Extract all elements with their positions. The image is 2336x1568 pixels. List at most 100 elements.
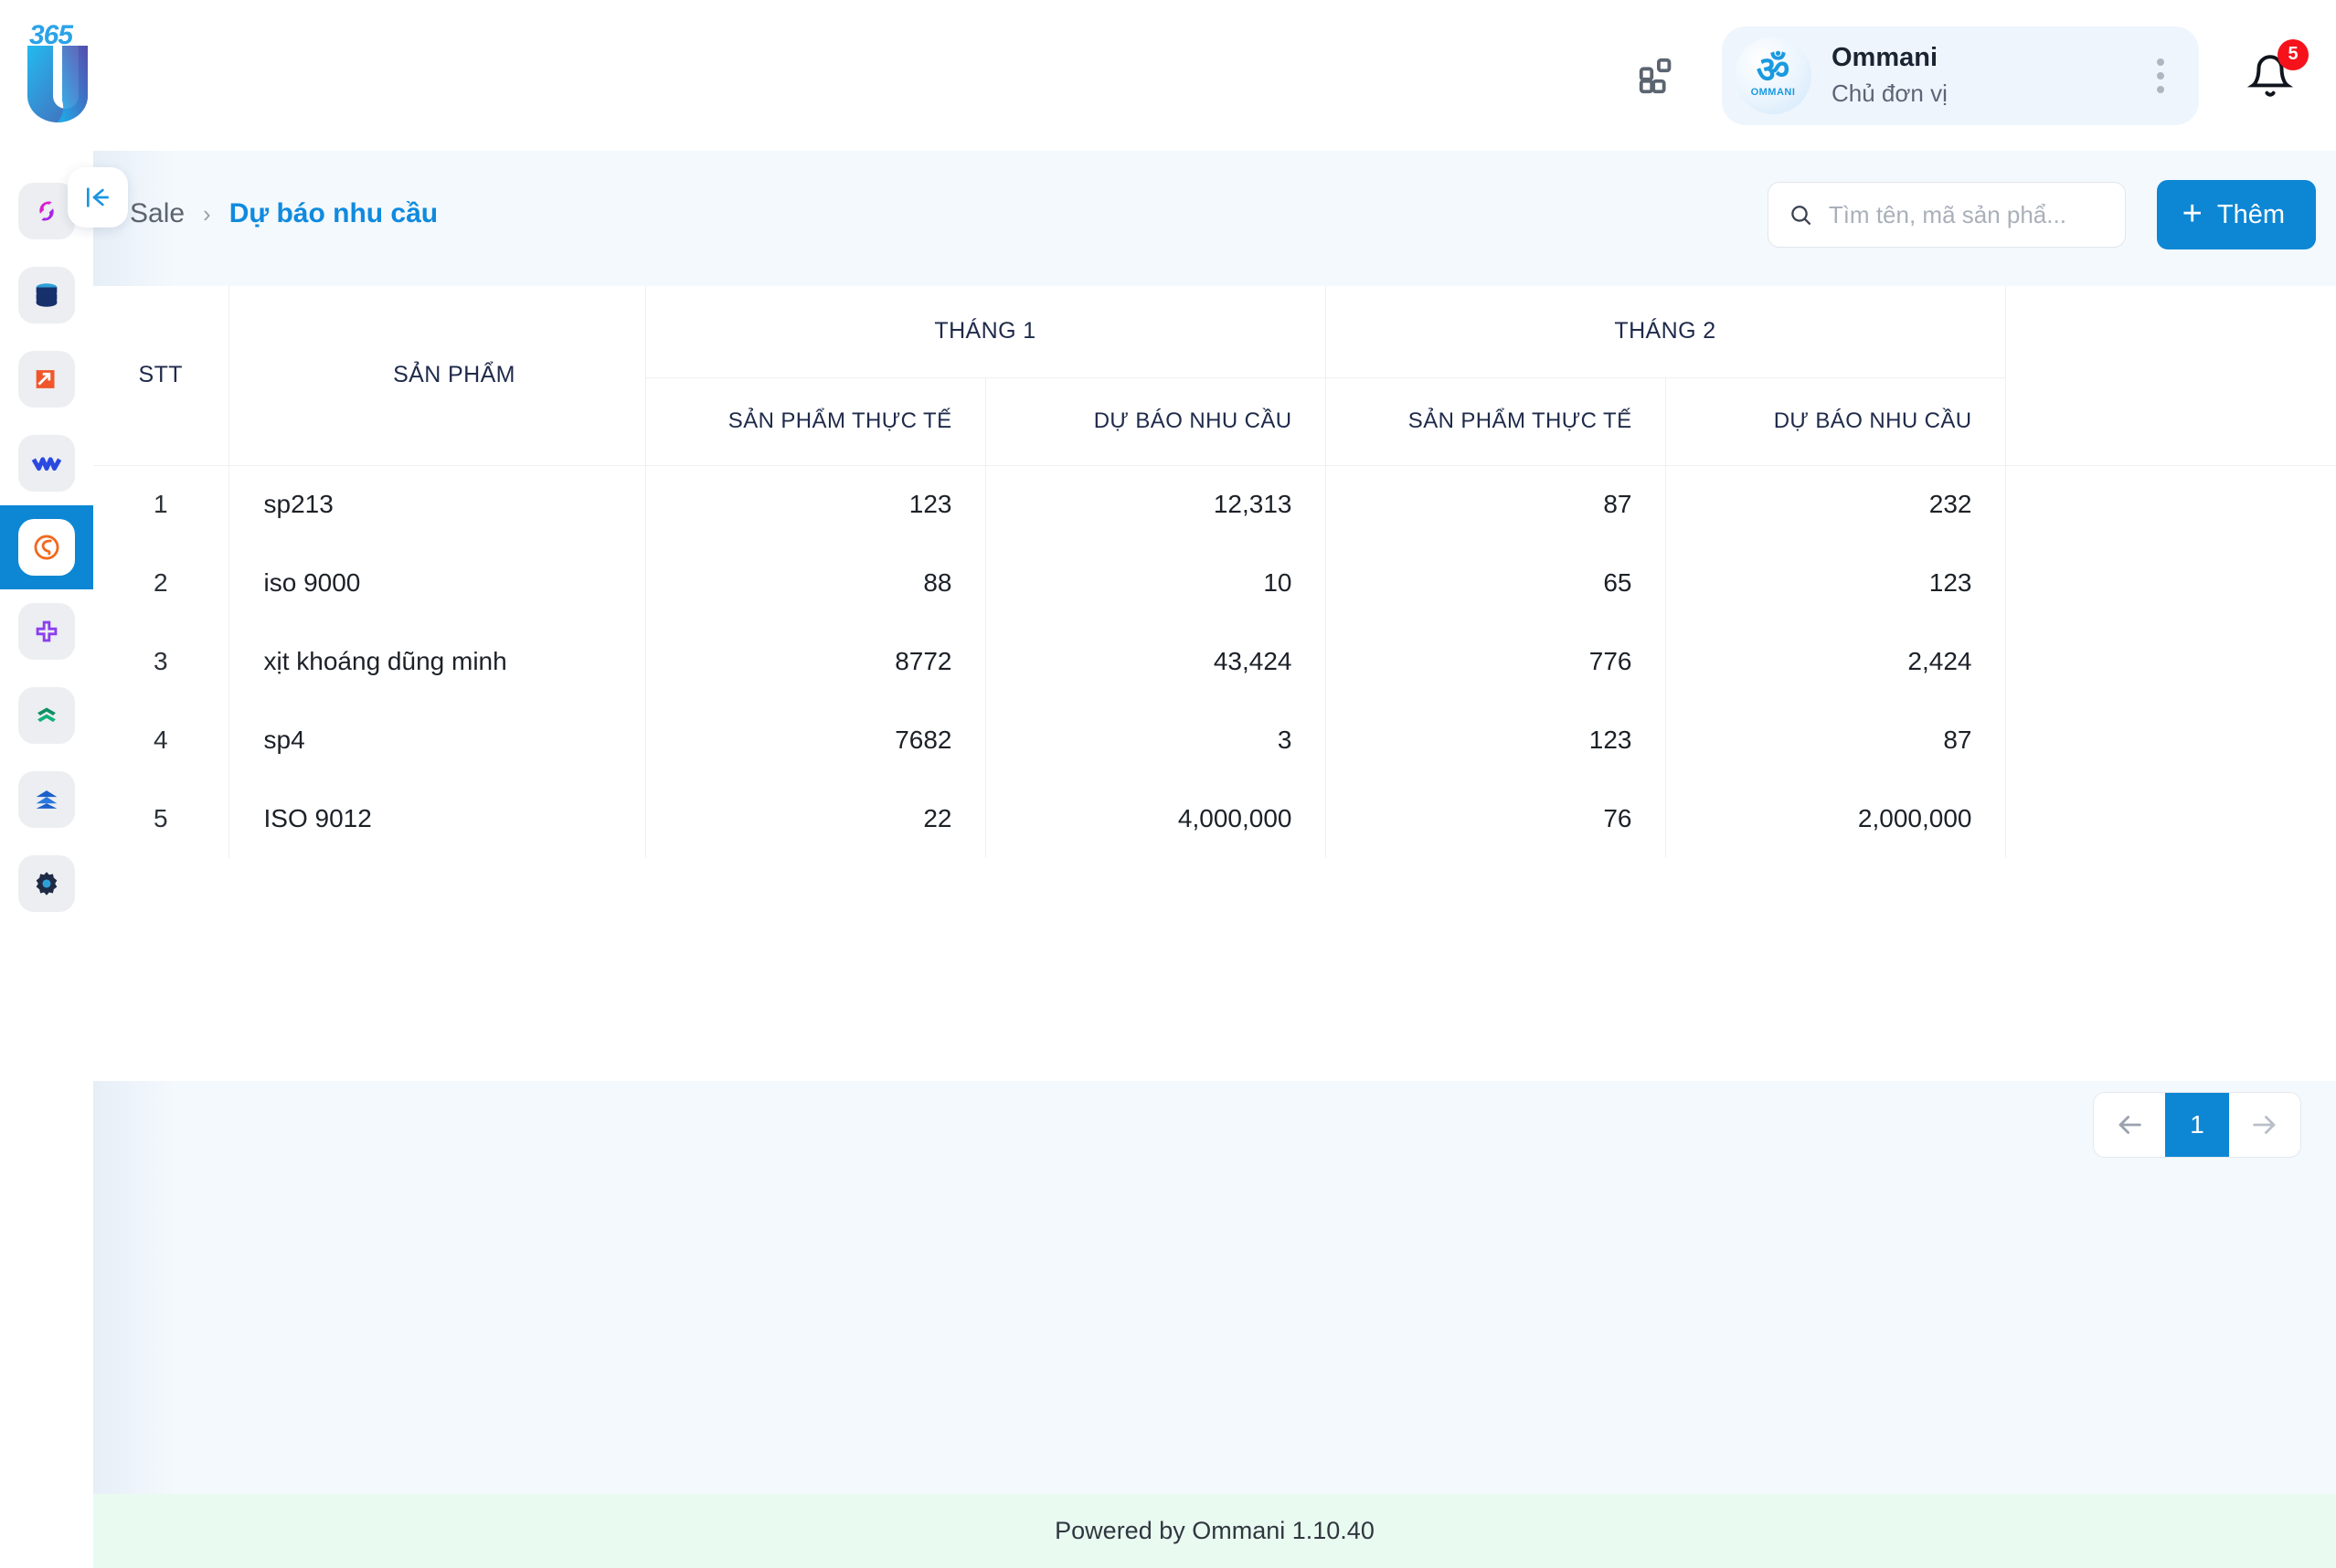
plus-icon: + [2182,196,2203,231]
cell-overflow [2005,701,2336,779]
cell-m1-actual: 7682 [645,701,985,779]
top-bar-right: ॐ OMMANI Ommani Chủ đơn vị 5 [1627,0,2336,151]
user-name: Ommani [1832,41,2140,74]
cell-overflow [2005,622,2336,701]
page-header: Sale › Dự báo nhu cầu + Thêm [93,151,2336,286]
pagination-next-button[interactable] [2229,1093,2300,1157]
table-head: STT SẢN PHẨM THÁNG 1 THÁNG 2 SẢN PHẨM TH… [93,286,2336,465]
swirl-orange-icon [31,532,62,563]
col-group-month-3-partial [2005,286,2336,465]
col-header-product: SẢN PHẨM [228,286,645,465]
more-vertical-icon[interactable] [2140,48,2181,103]
col-header-stt: STT [93,286,228,465]
sidebar-item-2[interactable] [0,253,93,337]
top-bar: 365 ॐ OM [0,0,2336,151]
cell-m1-actual: 88 [645,544,985,622]
header-actions: + Thêm [1768,180,2316,249]
notification-badge: 5 [2278,39,2309,70]
forecast-table-card: STT SẢN PHẨM THÁNG 1 THÁNG 2 SẢN PHẨM TH… [93,286,2336,1081]
footer: Powered by Ommani 1.10.40 [93,1494,2336,1568]
sidebar [0,151,93,1568]
user-account-chip[interactable]: ॐ OMMANI Ommani Chủ đơn vị [1722,26,2199,125]
cell-m2-actual: 776 [1325,622,1665,701]
col-header-m2-actual: SẢN PHẨM THỰC TẾ [1325,377,1665,465]
cell-product: xịt khoáng dũng minh [228,622,645,701]
cell-stt: 2 [93,544,228,622]
cell-product: iso 9000 [228,544,645,622]
pagination-page-1[interactable]: 1 [2165,1093,2229,1157]
cross-link-icon [31,616,62,647]
cell-stt: 4 [93,701,228,779]
sidebar-item-4[interactable] [0,421,93,505]
cell-overflow [2005,544,2336,622]
add-button-label: Thêm [2217,200,2285,230]
cell-m1-forecast: 43,424 [985,622,1325,701]
cell-m2-actual: 76 [1325,779,1665,858]
breadcrumb: Sale › Dự báo nhu cầu [130,198,438,229]
table-row[interactable]: 4 sp4 7682 3 123 87 [93,701,2336,779]
pagination: 1 [2093,1092,2301,1158]
sidebar-collapse-button[interactable] [68,167,128,228]
search-input[interactable] [1829,201,2105,229]
sidebar-item-settings[interactable] [0,842,93,926]
cell-overflow [2005,779,2336,858]
col-header-m1-actual: SẢN PHẨM THỰC TẾ [645,377,985,465]
sidebar-item-6[interactable] [0,589,93,673]
col-header-m2-forecast: DỰ BÁO NHU CẦU [1665,377,2005,465]
cell-stt: 5 [93,779,228,858]
content-area: Sale › Dự báo nhu cầu + Thêm [93,151,2336,1568]
cell-m2-forecast: 2,424 [1665,622,2005,701]
cell-m1-actual: 8772 [645,622,985,701]
collapse-left-icon [83,183,112,212]
sidebar-tile [18,351,75,408]
table-head-month-row: STT SẢN PHẨM THÁNG 1 THÁNG 2 [93,286,2336,377]
avatar-label: OMMANI [1751,87,1796,98]
table-row[interactable]: 1 sp213 123 12,313 87 232 [93,465,2336,544]
col-header-m1-forecast: DỰ BÁO NHU CẦU [985,377,1325,465]
sidebar-item-8[interactable] [0,758,93,842]
table-body: 1 sp213 123 12,313 87 232 2 iso 9000 88 … [93,465,2336,858]
sidebar-tile [18,519,75,576]
gear-icon [31,868,62,899]
sidebar-tile [18,603,75,660]
cell-product: sp4 [228,701,645,779]
sidebar-item-7[interactable] [0,673,93,758]
footer-text: Powered by Ommani 1.10.40 [1055,1517,1375,1545]
spiral-pink-icon [31,196,62,227]
cell-m2-actual: 123 [1325,701,1665,779]
sidebar-item-3[interactable] [0,337,93,421]
cell-overflow [2005,465,2336,544]
sidebar-tile [18,183,75,239]
pagination-prev-button[interactable] [2094,1093,2165,1157]
layers-green-icon [31,700,62,731]
arrow-box-icon [31,364,62,395]
grid-apps-icon[interactable] [1627,46,1687,106]
database-icon [31,280,62,311]
user-role: Chủ đơn vị [1832,78,2140,110]
table-row[interactable]: 5 ISO 9012 22 4,000,000 76 2,000,000 [93,779,2336,858]
cell-m2-actual: 87 [1325,465,1665,544]
table-row[interactable]: 3 xịt khoáng dũng minh 8772 43,424 776 2… [93,622,2336,701]
add-button[interactable]: + Thêm [2157,180,2316,249]
arrow-right-icon [2249,1109,2280,1140]
stack-blue-icon [31,784,62,815]
notification-bell-button[interactable]: 5 [2235,41,2305,111]
breadcrumb-root[interactable]: Sale [130,198,185,229]
cell-m1-forecast: 10 [985,544,1325,622]
table-row[interactable]: 2 iso 9000 88 10 65 123 [93,544,2336,622]
sidebar-tile [18,771,75,828]
user-texts: Ommani Chủ đơn vị [1832,41,2140,110]
cell-m1-actual: 123 [645,465,985,544]
cell-stt: 3 [93,622,228,701]
breadcrumb-current[interactable]: Dự báo nhu cầu [229,198,438,229]
sidebar-item-sale[interactable] [0,505,93,589]
cell-product: ISO 9012 [228,779,645,858]
col-group-month-2: THÁNG 2 [1325,286,2005,377]
sidebar-tile [18,855,75,912]
search-box[interactable] [1768,182,2126,248]
sidebar-tile [18,687,75,744]
arrow-left-icon [2114,1109,2145,1140]
forecast-table: STT SẢN PHẨM THÁNG 1 THÁNG 2 SẢN PHẨM TH… [93,286,2336,858]
cell-m1-forecast: 4,000,000 [985,779,1325,858]
app-logo[interactable]: 365 [16,20,101,121]
